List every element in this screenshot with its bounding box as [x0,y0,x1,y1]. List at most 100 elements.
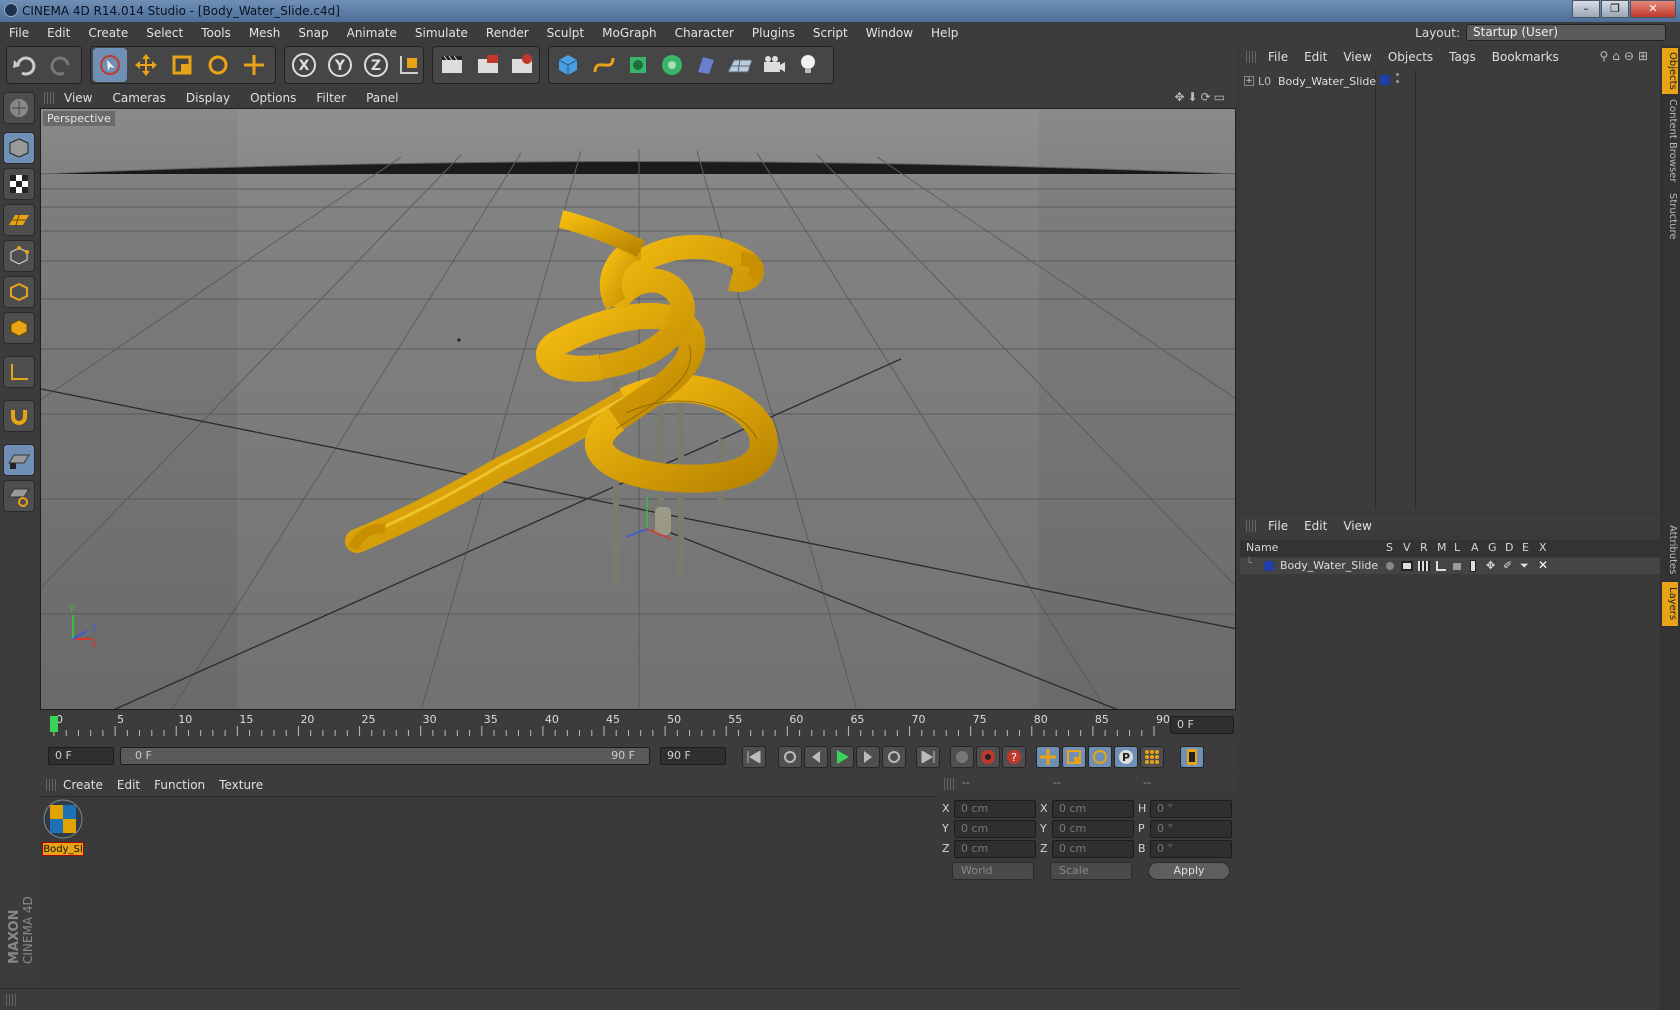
render-visibility-dot[interactable] [1396,80,1399,83]
camera-icon[interactable] [757,48,791,82]
rotation-b-field[interactable]: 0 ° [1150,840,1232,858]
coordinate-system-icon[interactable] [392,48,426,82]
key-position-icon[interactable] [1036,746,1060,768]
layer-menu-file[interactable]: File [1260,519,1296,533]
go-to-start-icon[interactable] [742,746,766,768]
object-row[interactable]: + L0 Body_Water_Slide [1244,74,1376,90]
keyframe-help-icon[interactable]: ? [1002,746,1026,768]
x-axis-button[interactable]: X [287,48,321,82]
rotation-h-field[interactable]: 0 ° [1150,800,1232,818]
timeline-playhead[interactable] [50,716,58,732]
move-icon[interactable] [129,48,163,82]
nurbs-icon[interactable] [621,48,655,82]
layer-view-toggle-icon[interactable] [1401,561,1413,571]
z-axis-button[interactable]: Z [359,48,393,82]
panel-grip[interactable] [44,92,54,104]
timeline-view-icon[interactable] [1180,746,1204,768]
layer-column-manager[interactable]: M [1437,541,1447,554]
layer-column-xref[interactable]: X [1539,541,1547,554]
tab-layers[interactable]: Layers [1662,582,1678,626]
tab-objects[interactable]: Objects [1662,48,1678,94]
tab-structure[interactable]: Structure [1662,188,1678,244]
size-y-field[interactable]: 0 cm [1052,820,1134,838]
viewport-menu-display[interactable]: Display [176,91,240,105]
object-menu-edit[interactable]: Edit [1296,50,1335,64]
maximize-button[interactable]: ❐ [1601,0,1629,18]
layer-color-swatch[interactable] [1380,75,1390,85]
size-x-field[interactable]: 0 cm [1052,800,1134,818]
key-scale-icon[interactable] [1062,746,1086,768]
rotation-p-field[interactable]: 0 ° [1150,820,1232,838]
layer-column-render[interactable]: R [1420,541,1428,554]
play-icon[interactable] [830,746,854,768]
position-z-field[interactable]: 0 cm [954,840,1036,858]
layer-manager-toggle-icon[interactable] [1436,561,1446,571]
menu-snap[interactable]: Snap [289,26,337,40]
axis-mode-icon[interactable] [3,356,35,388]
previous-frame-icon[interactable] [804,746,828,768]
layer-name[interactable]: Body_Water_Slide [1280,559,1378,572]
layer-column-solo[interactable]: S [1386,541,1393,554]
viewport-menu-panel[interactable]: Panel [356,91,408,105]
viewport-camera-label[interactable]: Perspective [43,111,115,126]
menu-file[interactable]: File [0,26,38,40]
status-grip[interactable] [6,994,16,1006]
points-mode-icon[interactable] [3,240,35,272]
menu-sculpt[interactable]: Sculpt [538,26,593,40]
cube-icon[interactable] [551,48,585,82]
key-rotation-icon[interactable] [1088,746,1112,768]
material-menu-create[interactable]: Create [56,778,110,792]
viewport-menu-filter[interactable]: Filter [306,91,356,105]
autokey-icon[interactable] [976,746,1000,768]
layer-xref-toggle-icon[interactable]: ✕ [1538,558,1548,572]
layer-grip[interactable] [1246,520,1256,532]
key-parameter-button[interactable]: P [1114,746,1138,768]
y-axis-button[interactable]: Y [323,48,357,82]
menu-edit[interactable]: Edit [38,26,79,40]
close-button[interactable]: ✕ [1630,0,1676,18]
redo-icon[interactable] [44,48,78,82]
start-frame-field[interactable]: 0 F [48,747,114,765]
layer-animation-toggle-icon[interactable] [1470,560,1476,572]
apply-button[interactable]: Apply [1148,862,1230,880]
layer-color-icon[interactable] [1264,561,1274,571]
material-menu-function[interactable]: Function [147,778,212,792]
layer-column-name[interactable]: Name [1246,541,1278,554]
layer-column-view[interactable]: V [1403,541,1411,554]
rotate-icon[interactable] [201,48,235,82]
layer-column-animation[interactable]: A [1471,541,1479,554]
layer-lock-toggle-icon[interactable] [1453,563,1461,570]
menu-mograph[interactable]: MoGraph [593,26,666,40]
layer-menu-edit[interactable]: Edit [1296,519,1335,533]
minimize-button[interactable]: – [1572,0,1600,18]
menu-window[interactable]: Window [857,26,922,40]
workplane-icon[interactable] [3,204,35,236]
menu-tools[interactable]: Tools [192,26,240,40]
lock-workplane-icon[interactable] [3,444,35,476]
object-menu-objects[interactable]: Objects [1380,50,1441,64]
layout-select[interactable]: Startup (User) [1466,24,1666,41]
coordinate-space-select[interactable]: World [952,862,1034,880]
viewport-menu-options[interactable]: Options [240,91,306,105]
spline-icon[interactable] [587,48,621,82]
layer-generators-toggle-icon[interactable]: ✥ [1486,559,1495,572]
layer-column-locked[interactable]: L [1454,541,1460,554]
go-to-end-icon[interactable] [916,746,940,768]
deformer-icon[interactable] [689,48,723,82]
object-grip[interactable] [1246,51,1256,63]
next-frame-icon[interactable] [856,746,880,768]
menu-create[interactable]: Create [79,26,137,40]
menu-render[interactable]: Render [477,26,538,40]
layer-expressions-toggle-icon[interactable]: ⏷ [1520,559,1529,573]
end-frame-field[interactable]: 90 F [660,747,726,765]
layer-column-generators[interactable]: G [1488,541,1497,554]
menu-mesh[interactable]: Mesh [240,26,290,40]
object-name[interactable]: Body_Water_Slide [1278,75,1376,88]
expand-icon[interactable]: + [1244,76,1254,86]
object-menu-file[interactable]: File [1260,50,1296,64]
layer-deformers-toggle-icon[interactable]: ✐ [1503,559,1512,572]
transform-icon[interactable] [237,48,271,82]
edges-mode-icon[interactable] [3,276,35,308]
layer-column-deformers[interactable]: D [1505,541,1513,554]
viewport-nav-icons[interactable]: ✥⬇⟳▭ [1174,90,1228,104]
